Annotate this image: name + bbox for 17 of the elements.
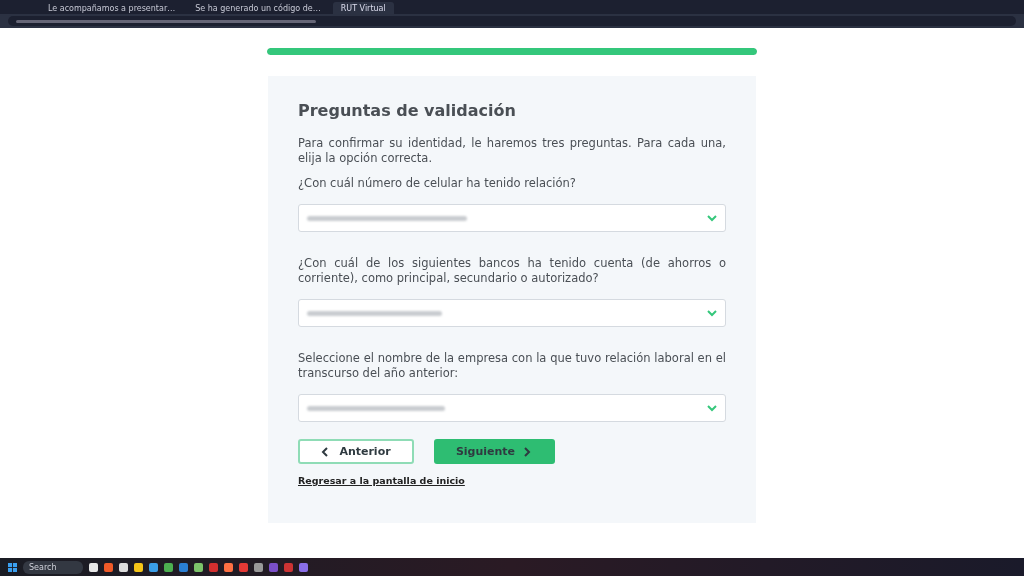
chevron-down-icon xyxy=(707,308,717,318)
chevron-down-icon xyxy=(707,403,717,413)
question-label: Seleccione el nombre de la empresa con la que tuvo relación laboral en el transcurso del año anterior: xyxy=(298,351,726,381)
form-title: Preguntas de validación xyxy=(298,101,517,120)
taskbar-search[interactable]: Search xyxy=(23,560,83,574)
browser-tab[interactable]: RUT Virtual xyxy=(332,2,394,14)
browser-tab[interactable]: Le acompañamos a presentar… xyxy=(40,2,184,14)
chevron-down-icon xyxy=(707,213,717,223)
next-button[interactable]: Siguiente xyxy=(434,439,555,464)
home-link[interactable]: Regresar a la pantalla de inicio xyxy=(298,475,465,486)
question-label: ¿Con cuál de los siguientes bancos ha tenido cuenta (de ahorros o corriente), como principal, secundario o autorizado? xyxy=(298,256,726,286)
back-button[interactable]: Anterior xyxy=(298,439,414,464)
browser-tab[interactable]: Se ha generado un código de… xyxy=(187,2,329,14)
question-label: ¿Con cuál número de celular ha tenido relación? xyxy=(298,176,577,191)
address-bar[interactable] xyxy=(8,16,1016,26)
intro-text: Para confirmar su identidad, le haremos tres preguntas. Para cada una, elija la opción correcta. xyxy=(298,136,726,166)
windows-icon[interactable] xyxy=(8,562,17,572)
